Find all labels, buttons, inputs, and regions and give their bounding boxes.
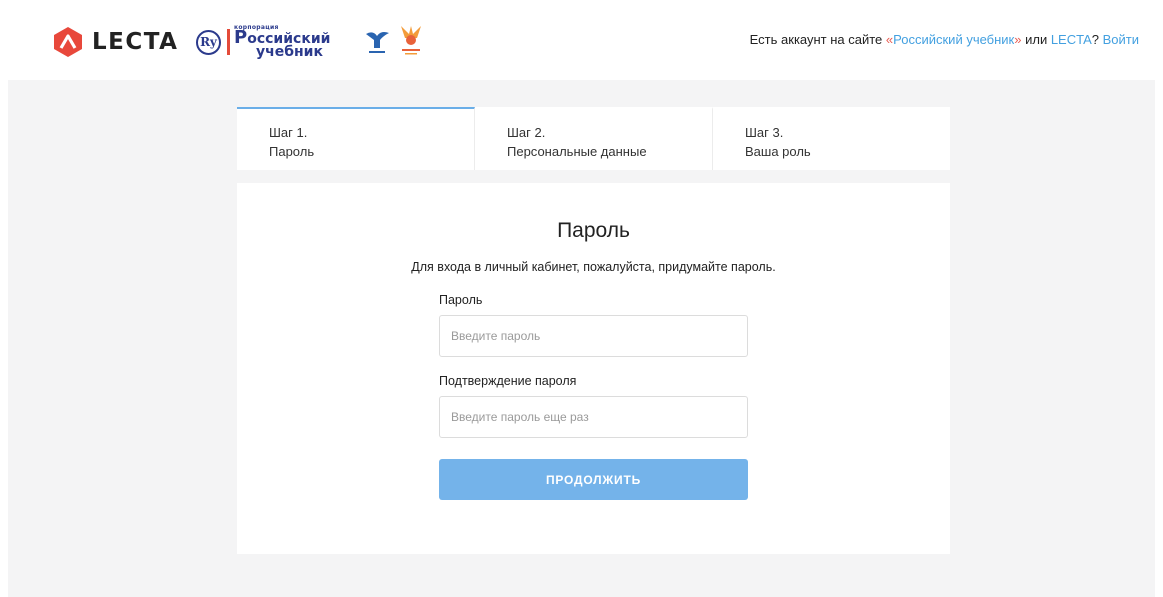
russian-textbook-link[interactable]: Российский учебник (893, 32, 1014, 47)
step-number: Шаг 2. (507, 125, 546, 140)
password-label: Пароль (439, 293, 483, 307)
step-password[interactable]: Шаг 1. Пароль (237, 107, 475, 170)
lecta-logo-icon (54, 27, 82, 57)
continue-button[interactable]: ПРОДОЛЖИТЬ (439, 459, 748, 500)
lecta-logo[interactable]: LECTA (52, 27, 178, 57)
ventana-graf-logo-icon[interactable] (397, 22, 425, 58)
login-link[interactable]: Войти (1103, 32, 1139, 47)
registration-steps: Шаг 1. Пароль Шаг 2. Персональные данные… (237, 107, 950, 170)
login-prompt-question: ? (1091, 32, 1103, 47)
ru-logo-line2: учебник (256, 44, 323, 60)
lecta-logo-text: LECTA (92, 29, 179, 55)
ru-circle-icon: Ry (196, 29, 221, 55)
confirm-password-label: Подтверждение пароля (439, 374, 577, 388)
ru-divider-bar (227, 29, 230, 55)
step-title: Ваша роль (745, 144, 811, 159)
step-title: Пароль (269, 144, 315, 159)
password-form-card: Пароль Для входа в личный кабинет, пожал… (237, 183, 950, 554)
login-prompt: Есть аккаунт на сайте «Российский учебни… (750, 32, 1139, 47)
login-prompt-or: или (1021, 32, 1051, 47)
form-subtitle: Для входа в личный кабинет, пожалуйста, … (411, 260, 776, 274)
password-input[interactable] (439, 315, 748, 357)
step-number: Шаг 1. (269, 125, 308, 140)
login-prompt-prefix: Есть аккаунт на сайте (749, 32, 886, 47)
ru-logo-initial: Р (234, 27, 248, 48)
lecta-link[interactable]: LECTA (1051, 32, 1092, 47)
drofa-logo-icon[interactable] (363, 26, 391, 58)
step-role[interactable]: Шаг 3. Ваша роль (713, 107, 950, 170)
ru-logo-text: корпорация Российский учебник (234, 25, 330, 60)
confirm-password-input[interactable] (439, 396, 748, 438)
step-number: Шаг 3. (745, 125, 784, 140)
step-title: Персональные данные (507, 144, 647, 159)
form-title: Пароль (557, 219, 630, 242)
step-personal-data[interactable]: Шаг 2. Персональные данные (475, 107, 713, 170)
russian-textbook-logo[interactable]: Ry корпорация Российский учебник (196, 24, 330, 60)
site-header: LECTA Ry корпорация Российский учебник Е… (0, 0, 1163, 78)
